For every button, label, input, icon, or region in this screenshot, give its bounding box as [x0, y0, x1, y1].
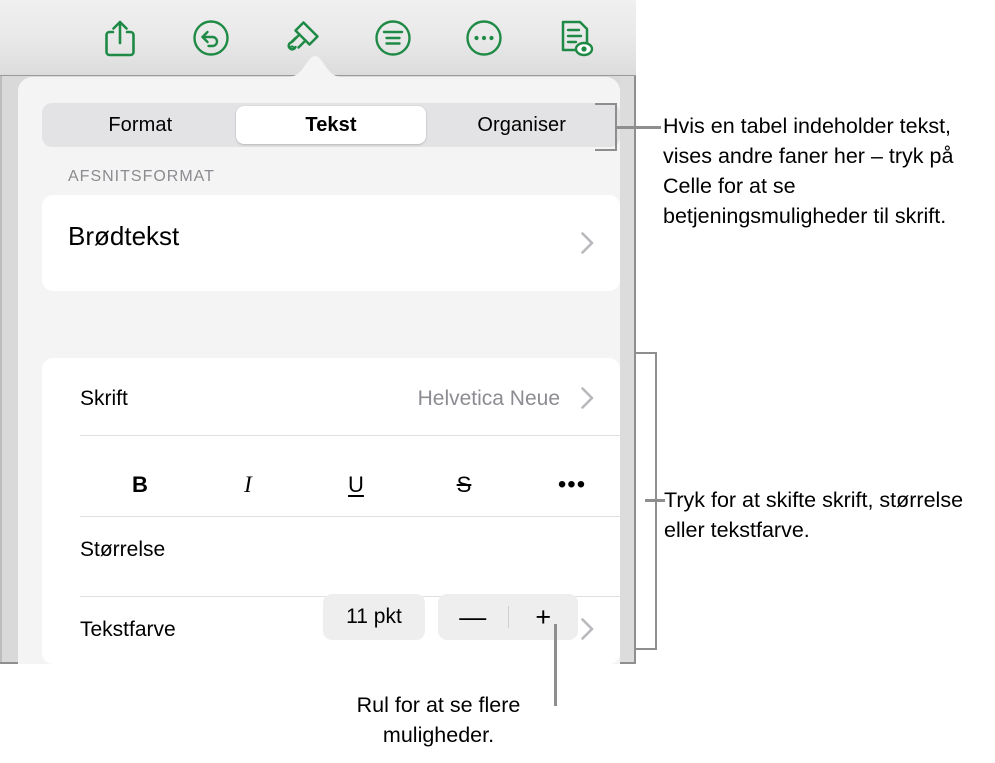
format-popover-panel: Format Tekst Organiser AFSNITSFORMAT Brø… [18, 77, 620, 664]
paragraph-style-card[interactable]: Brødtekst [42, 195, 620, 291]
share-icon [103, 19, 137, 57]
share-button[interactable] [89, 8, 151, 68]
screenshot-left-border [0, 76, 2, 664]
more-text-options-button[interactable]: ••• [542, 458, 602, 512]
paragraph-style-section-header: AFSNITSFORMAT [68, 168, 215, 185]
undo-button[interactable] [180, 8, 242, 68]
more-icon [464, 18, 504, 58]
paintbrush-icon [281, 17, 323, 59]
tab-organiser[interactable]: Organiser [426, 106, 617, 144]
underline-button[interactable]: U [326, 458, 386, 512]
font-size-value[interactable]: 11 pkt [323, 594, 425, 640]
italic-button[interactable]: I [218, 458, 278, 512]
chevron-right-icon [581, 232, 594, 254]
insert-icon [373, 18, 413, 58]
tab-tekst[interactable]: Tekst [235, 106, 427, 144]
divider [80, 516, 620, 517]
font-row-label: Skrift [80, 387, 128, 410]
document-options-button[interactable] [544, 8, 606, 68]
more-button[interactable] [453, 8, 515, 68]
font-row-value: Helvetica Neue [417, 387, 560, 410]
font-size-decrement-button[interactable]: — [438, 594, 508, 640]
tabs-callout-bracket [595, 103, 617, 151]
font-callout-text: Tryk for at skifte skrift, størrelse ell… [664, 488, 964, 542]
scroll-callout-text: Rul for at se flere muligheder. [356, 693, 521, 747]
chevron-right-icon[interactable] [581, 618, 594, 640]
font-callout-leader [645, 499, 665, 502]
divider [80, 435, 620, 436]
text-style-button-row: B I U S ••• [80, 458, 620, 512]
document-preview-icon [556, 17, 594, 59]
chevron-right-icon[interactable] [581, 387, 594, 409]
bold-button[interactable]: B [110, 458, 170, 512]
tabs-callout-leader [617, 126, 661, 129]
size-row-label: Størrelse [80, 538, 166, 561]
strikethrough-button[interactable]: S [434, 458, 494, 512]
insert-button[interactable] [362, 8, 424, 68]
text-color-row-label: Tekstfarve [80, 618, 176, 641]
ipad-screenshot-region: Format Tekst Organiser AFSNITSFORMAT Brø… [0, 0, 636, 664]
font-size-stepper: — + [438, 594, 578, 640]
popover-arrow [289, 56, 341, 77]
font-size-increment-button[interactable]: + [509, 594, 579, 640]
paragraph-style-name: Brødtekst [68, 221, 180, 251]
tabs-callout-text: Hvis en tabel indeholder tekst, vises an… [663, 114, 954, 228]
undo-icon [191, 18, 231, 58]
format-tab-bar: Format Tekst Organiser [42, 103, 620, 147]
tab-format[interactable]: Format [45, 106, 236, 144]
